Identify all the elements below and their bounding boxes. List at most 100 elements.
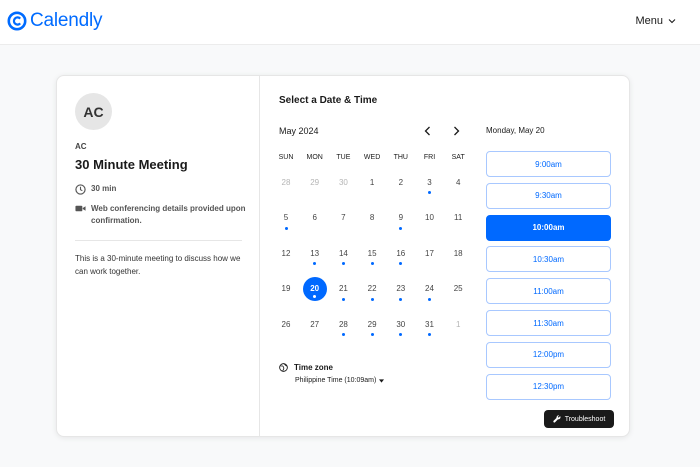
duration-text: 30 min	[91, 184, 117, 193]
calendar-day-selected[interactable]: 20	[302, 276, 327, 301]
calendar-day[interactable]: 14	[329, 239, 357, 267]
calendar-heading: Select a Date & Time	[279, 95, 378, 106]
availability-dot	[428, 297, 431, 301]
time-slot[interactable]: 11:30am	[486, 310, 611, 336]
menu-button[interactable]: Menu	[635, 15, 676, 27]
calendar-day[interactable]: 9	[387, 204, 415, 232]
month-label: May 2024	[279, 126, 319, 136]
weekday-header: SUN MON TUE WED THU FRI SAT	[272, 154, 472, 164]
calendar-day: 12	[272, 239, 300, 267]
calendar-day[interactable]: 16	[387, 239, 415, 267]
calendar-day[interactable]: 21	[329, 275, 357, 303]
calendar-day: 1	[444, 310, 472, 338]
calendar-day: 26	[272, 310, 300, 338]
calendar-day: 7	[329, 204, 357, 232]
booking-card: AC AC 30 Minute Meeting 30 min Web confe…	[56, 75, 630, 437]
time-slot[interactable]: 9:30am	[486, 182, 611, 209]
calendar-day[interactable]: 13	[301, 239, 329, 267]
timezone-select[interactable]: Philippine Time (10:09am)	[295, 377, 385, 384]
timezone-label: Time zone	[279, 363, 333, 372]
calendar-day[interactable]: 22	[358, 275, 386, 303]
calendar-day-number: 30	[396, 319, 406, 329]
calendar-day: 8	[358, 204, 386, 232]
calendar-day-number: 13	[310, 248, 320, 258]
availability-dot	[284, 226, 288, 230]
calendar-day: 29	[301, 168, 329, 196]
calendly-logo-icon	[7, 11, 27, 31]
timezone-value: Philippine Time (10:09am)	[295, 377, 377, 384]
host-name: AC	[75, 142, 87, 151]
menu-label: Menu	[635, 15, 663, 27]
calendar-day[interactable]: 15	[358, 239, 386, 267]
prev-month-button[interactable]	[420, 124, 434, 138]
calendar-day: 19	[272, 275, 300, 303]
details-divider	[75, 240, 242, 241]
calendar-grid: 28 29 30 1 2 3 4 5 6 7 8 9 10 11 12 13 14 15 16 17 18 19 20 21 2…	[272, 168, 472, 348]
troubleshoot-button[interactable]: Troubleshoot	[544, 410, 614, 428]
calendar-day: 10	[416, 204, 444, 232]
availability-dot	[370, 297, 374, 301]
calendar-day[interactable]: 31	[416, 310, 444, 338]
calendar-day-number: 21	[338, 284, 348, 293]
avatar: AC	[75, 93, 112, 130]
calendar-day-number: 28	[281, 177, 291, 187]
availability-dot	[370, 333, 374, 336]
calendar-day-number: 30	[338, 177, 348, 187]
globe-icon	[279, 363, 288, 372]
time-slot[interactable]: 12:30pm	[486, 373, 611, 400]
weekday-wed: WED	[363, 154, 381, 161]
availability-dot	[341, 297, 345, 301]
time-slot[interactable]: 10:30am	[486, 246, 611, 273]
calendar-day-number: 25	[453, 284, 463, 293]
availability-dot	[313, 262, 317, 265]
calendar-day-number: 17	[425, 248, 434, 258]
time-slots-panel: Monday, May 20 9:00am 9:30am 10:00am 10:30a…	[486, 76, 611, 436]
calendar-day-number: 20	[310, 284, 320, 293]
calendar-day[interactable]: 23	[387, 275, 415, 303]
calendar-day[interactable]: 30	[387, 310, 415, 338]
chevron-right-icon	[453, 126, 459, 136]
calendar-panel: Select a Date & Time May 2024 SUN MON TUE W…	[279, 76, 479, 436]
calendly-logo[interactable]: Calendly	[7, 10, 103, 32]
caret-down-icon	[379, 378, 385, 383]
calendar-day-number: 3	[427, 177, 432, 187]
calendar-day: 11	[444, 204, 472, 232]
weekday-thu: THU	[393, 154, 408, 161]
calendar-day-number: 26	[281, 319, 291, 329]
calendar-day: 4	[444, 168, 472, 196]
availability-dot	[428, 333, 431, 336]
calendar-day: 30	[329, 168, 357, 196]
availability-dot	[370, 262, 374, 265]
calendar-day-number: 1	[369, 177, 375, 187]
availability-dot	[341, 333, 345, 336]
weekday-tue: TUE	[336, 154, 351, 161]
calendar-day-number: 12	[281, 248, 291, 258]
time-slot[interactable]: 9:00am	[486, 151, 611, 177]
event-details-panel: AC AC 30 Minute Meeting 30 min Web confe…	[57, 76, 260, 436]
calendar-day-number: 18	[453, 248, 463, 258]
calendar-day[interactable]: 28	[329, 310, 357, 338]
weekday-fri: FRI	[423, 154, 436, 161]
calendar-day-number: 22	[367, 284, 377, 293]
time-slot[interactable]: 11:00am	[486, 278, 611, 305]
time-slot[interactable]: 12:00pm	[486, 341, 611, 368]
calendar-day[interactable]: 3	[416, 168, 444, 196]
time-slot-selected[interactable]: 10:00am	[486, 214, 611, 241]
calendar-day-number: 2	[398, 177, 404, 187]
calendar-day: 17	[416, 239, 444, 267]
event-title: 30 Minute Meeting	[75, 157, 188, 172]
calendar-day[interactable]: 24	[416, 275, 444, 303]
availability-dot	[399, 226, 403, 230]
calendar-day-number: 23	[396, 284, 406, 293]
timezone-label-text: Time zone	[294, 363, 333, 372]
calendar-day-number: 15	[367, 248, 377, 258]
calendar-day[interactable]: 29	[358, 310, 386, 338]
calendar-day-number: 10	[425, 213, 434, 222]
weekday-mon: MON	[306, 154, 323, 161]
calendar-day-number: 7	[341, 213, 346, 222]
calendar-day[interactable]: 5	[272, 204, 300, 232]
next-month-button[interactable]	[449, 124, 463, 138]
calendar-day: 18	[444, 239, 472, 267]
calendar-day: 27	[301, 310, 329, 338]
calendar-day-number: 24	[425, 284, 434, 293]
